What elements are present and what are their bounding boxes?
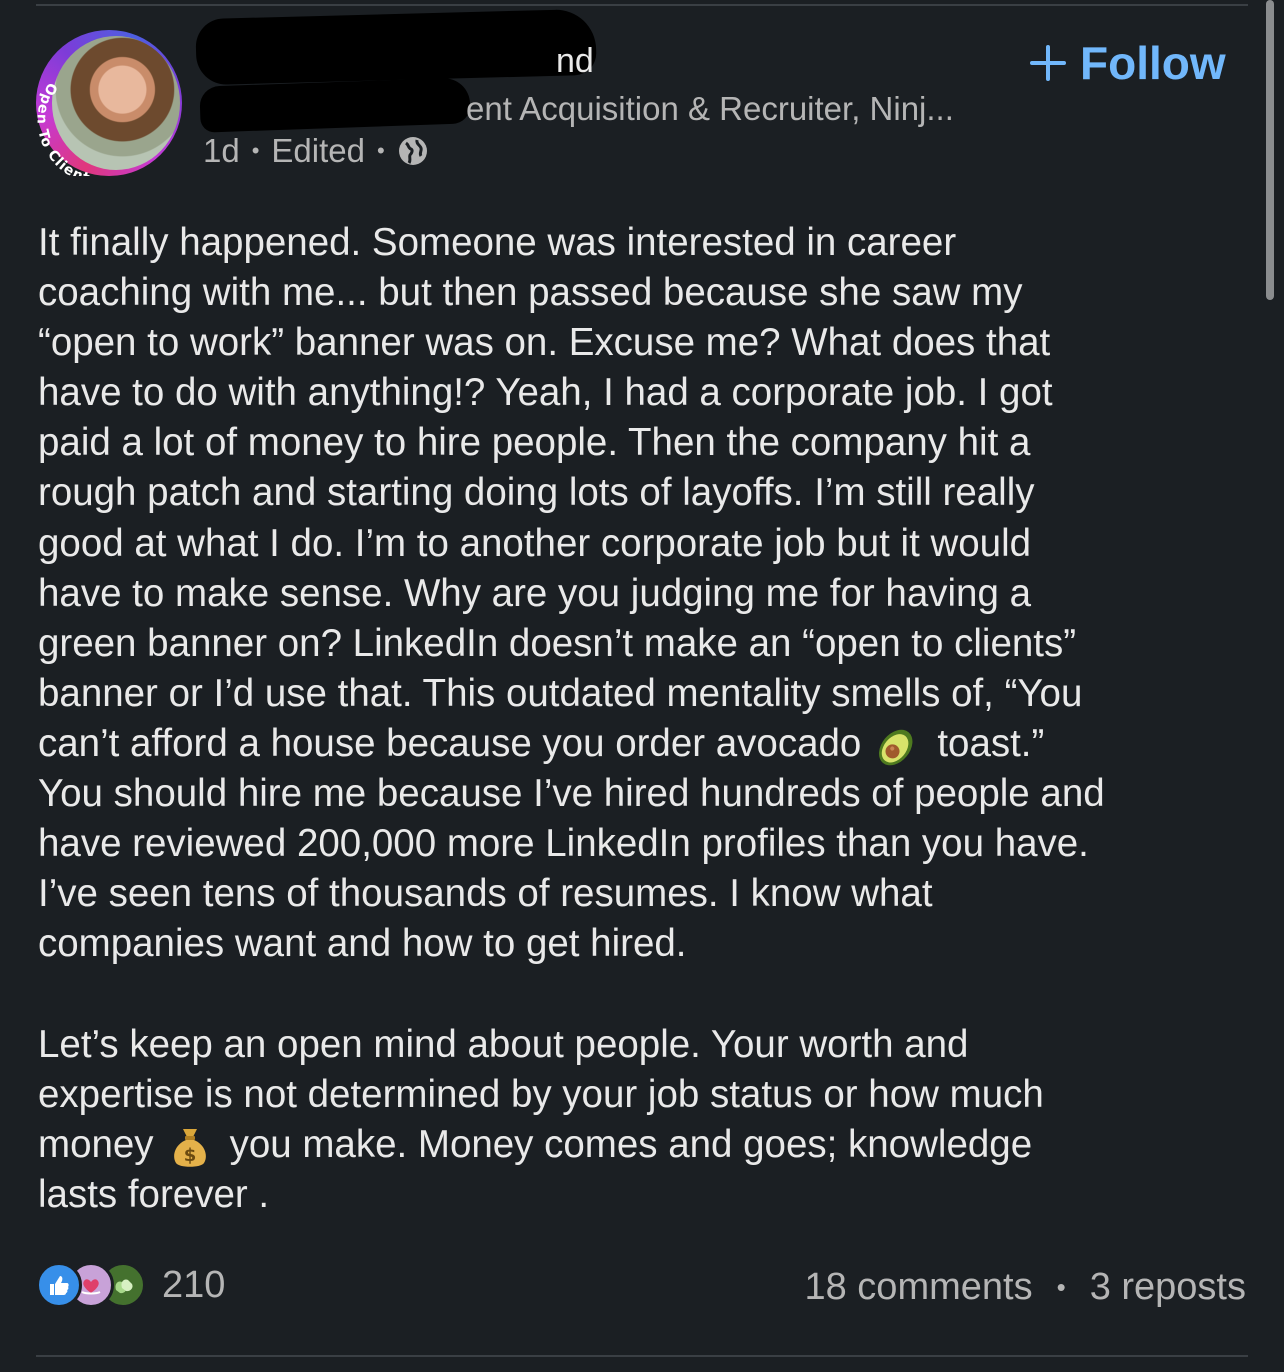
author-name-redacted (195, 8, 597, 86)
avocado-icon (879, 729, 913, 766)
paragraph-break (38, 969, 1258, 1019)
post-text: can’t afford a house because you order a… (38, 721, 862, 765)
post-line: coaching with me... but then passed beca… (38, 271, 1023, 315)
post-line: have to do with anything!? Yeah, I had a… (38, 371, 1053, 415)
author-headline: ent Acquisition & Recruiter, Ninj... (466, 90, 954, 127)
follow-button[interactable]: Follow (1030, 36, 1226, 90)
plus-icon (1030, 45, 1066, 81)
post-body: It finally happened. Someone was interes… (38, 218, 1258, 1220)
bottom-divider (36, 1355, 1248, 1357)
headline-redacted (199, 77, 471, 133)
post-line: banner or I’d use that. This outdated me… (38, 671, 1083, 715)
badge-text: Open To Clients (36, 80, 99, 176)
post-line: have reviewed 200,000 more LinkedIn prof… (38, 822, 1089, 866)
post-text: you make. Money comes and goes; knowledg… (229, 1122, 1033, 1166)
post-line: have to make sense. Why are you judging … (38, 571, 1031, 615)
author-name[interactable]: nd (556, 42, 594, 81)
svg-text:$: $ (183, 1145, 196, 1166)
reposts-link[interactable]: 3 reposts (1090, 1266, 1246, 1309)
post-line: companies want and how to get hired. (38, 922, 687, 966)
top-divider (36, 4, 1248, 6)
post-line: rough patch and starting doing lots of l… (38, 471, 1035, 515)
open-to-clients-badge: Open To Clients (36, 80, 100, 176)
engagement-summary: 18 comments • 3 reposts (804, 1266, 1246, 1309)
post-line: It finally happened. Someone was interes… (38, 221, 957, 264)
post-line: paid a lot of money to hire people. Then… (38, 421, 1031, 465)
post-text: toast.” (937, 721, 1045, 765)
engagement-separator: • (1056, 1272, 1066, 1302)
post-line: expertise is not determined by your job … (38, 1072, 1044, 1116)
post-meta: 1d • Edited • (203, 132, 429, 170)
globe-icon (398, 137, 427, 165)
reaction-count: 210 (162, 1263, 226, 1306)
post-line-avocado: can’t afford a house because you order a… (38, 719, 1258, 769)
svg-text:Open To Clients: Open To Clients (36, 80, 100, 176)
post-line: green banner on? LinkedIn doesn’t make a… (38, 621, 1077, 665)
author-avatar[interactable]: Open To Clients (36, 30, 182, 176)
post-line: good at what I do. I’m to another corpor… (38, 521, 1032, 565)
post-timestamp: 1d (203, 132, 240, 169)
scrollbar[interactable] (1266, 0, 1274, 300)
post-line-money: money $ you make. Money comes and goes; … (38, 1120, 1258, 1170)
post-line: “open to work” banner was on. Excuse me?… (38, 321, 1051, 365)
post-line: lasts forever . (38, 1172, 270, 1216)
comments-link[interactable]: 18 comments (804, 1266, 1032, 1309)
reactions-summary[interactable]: 210 (36, 1262, 225, 1308)
post-line: You should hire me because I’ve hired hu… (38, 772, 1105, 816)
follow-label: Follow (1080, 37, 1226, 89)
edited-label: Edited (271, 132, 365, 169)
post-text: money (38, 1122, 154, 1166)
post-line: I’ve seen tens of thousands of resumes. … (38, 872, 933, 916)
meta-separator: • (251, 138, 260, 163)
money-bag-icon: $ (173, 1128, 206, 1167)
post-line: Let’s keep an open mind about people. Yo… (38, 1022, 969, 1066)
like-icon (36, 1262, 82, 1308)
meta-separator: • (377, 138, 385, 163)
